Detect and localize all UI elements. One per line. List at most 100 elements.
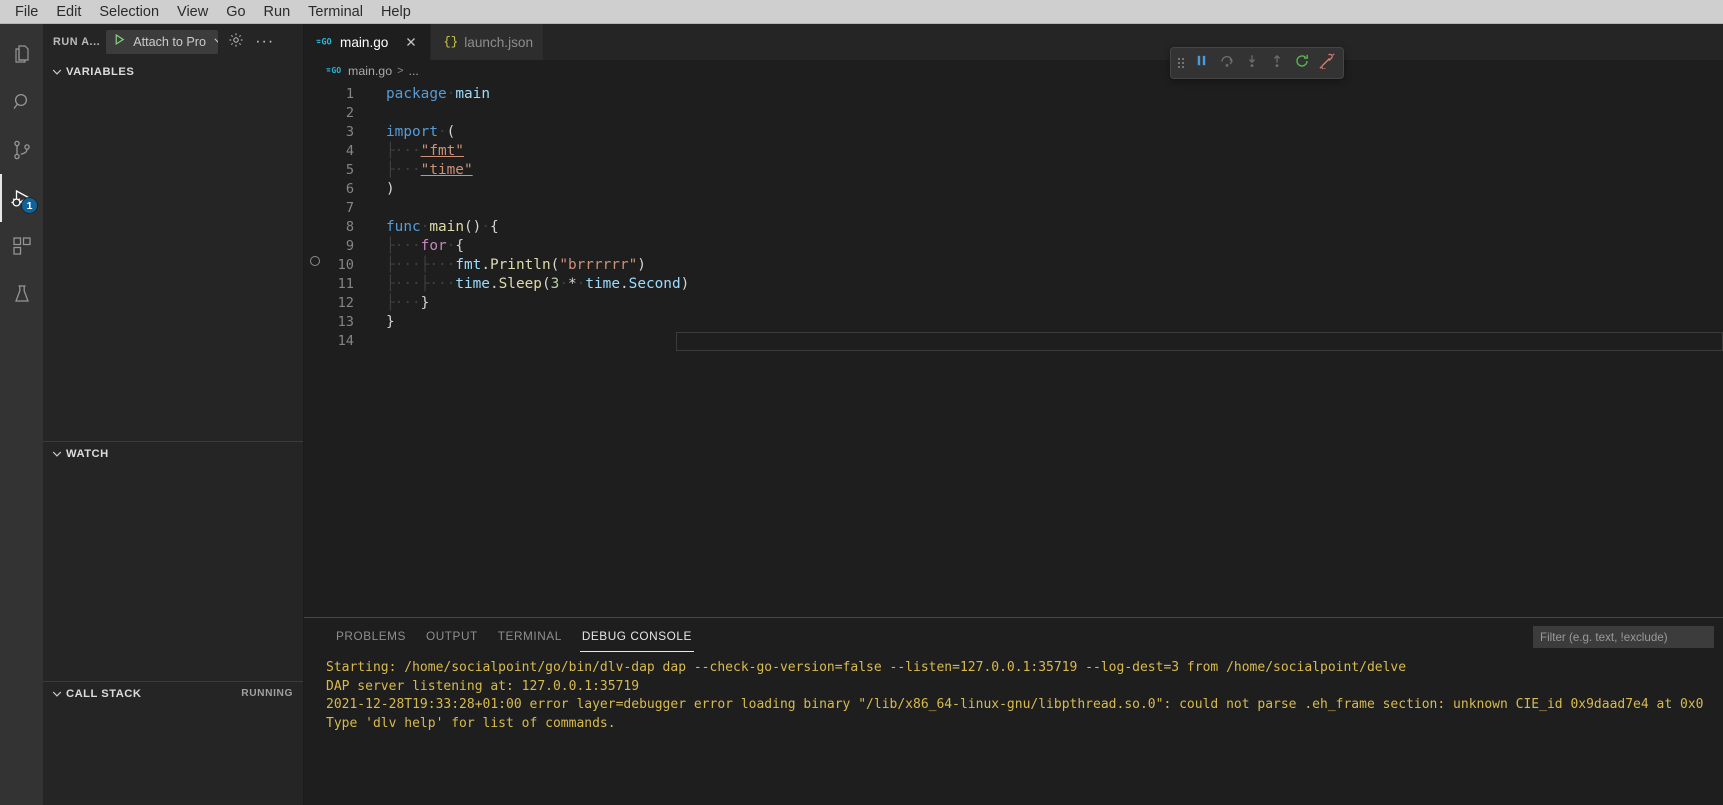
files-icon xyxy=(10,42,34,66)
line-number: 14 xyxy=(337,333,354,349)
menu-item-go[interactable]: Go xyxy=(217,1,254,23)
menu-item-help[interactable]: Help xyxy=(372,1,420,23)
tab-main-go[interactable]: GO main.go xyxy=(304,24,432,60)
code-line-active[interactable]: 14 xyxy=(304,332,1723,351)
breakpoint-gutter[interactable] xyxy=(304,256,326,266)
line-content: package·main xyxy=(386,86,490,102)
code-line[interactable]: 6 ) xyxy=(304,180,1723,199)
close-icon[interactable] xyxy=(402,33,420,51)
line-content: ├···} xyxy=(386,295,430,311)
filter-input[interactable] xyxy=(1540,630,1707,644)
debug-console-filter[interactable] xyxy=(1533,626,1714,648)
panel-tab-debug-console[interactable]: DEBUG CONSOLE xyxy=(572,618,702,653)
gear-icon xyxy=(228,32,244,53)
code-line[interactable]: 7 xyxy=(304,199,1723,218)
activity-item-testing[interactable] xyxy=(0,270,43,318)
panel-tab-output[interactable]: OUTPUT xyxy=(416,618,488,653)
svg-text:GO: GO xyxy=(321,37,331,47)
restart-icon xyxy=(1294,53,1310,74)
pane-title-call-stack: CALL STACK xyxy=(66,687,142,700)
debug-toolbar[interactable] xyxy=(1170,47,1344,79)
activity-item-source-control[interactable] xyxy=(0,126,43,174)
step-out-button[interactable] xyxy=(1264,50,1289,76)
sidebar-more-actions-button[interactable]: ··· xyxy=(253,31,276,54)
code-line[interactable]: 9 ├···for·{ xyxy=(304,237,1723,256)
code-editor[interactable]: 1 package·main 2 3 import·( 4 ├···"fmt" xyxy=(304,82,1723,617)
panel-tab-bar: PROBLEMS OUTPUT TERMINAL DEBUG CONSOLE xyxy=(304,618,1723,653)
variables-tree[interactable] xyxy=(43,83,303,441)
breadcrumb-file[interactable]: main.go xyxy=(348,64,392,78)
code-line[interactable]: 1 package·main xyxy=(304,85,1723,104)
code-line[interactable]: 5 ├···"time" xyxy=(304,161,1723,180)
step-into-icon xyxy=(1244,53,1260,74)
line-number: 8 xyxy=(345,219,354,235)
line-number: 13 xyxy=(337,314,354,330)
console-line: Type 'dlv help' for list of commands. xyxy=(326,715,616,731)
line-content: import·( xyxy=(386,124,456,140)
code-line[interactable]: 12 ├···} xyxy=(304,294,1723,313)
line-number: 10 xyxy=(337,257,354,273)
line-number: 6 xyxy=(345,181,354,197)
go-file-icon: GO xyxy=(316,34,334,51)
menu-item-selection[interactable]: Selection xyxy=(90,1,168,23)
drag-handle-icon[interactable] xyxy=(1173,55,1189,71)
call-stack-tree[interactable] xyxy=(43,705,303,805)
line-number: 4 xyxy=(345,143,354,159)
current-line-highlight xyxy=(676,332,1723,351)
menu-item-run[interactable]: Run xyxy=(255,1,300,23)
launch-configuration-select[interactable]: Attach to Pro xyxy=(106,30,219,54)
tab-label: launch.json xyxy=(464,34,534,50)
pane-watch: WATCH xyxy=(43,442,303,681)
disconnect-button[interactable] xyxy=(1314,50,1339,76)
breadcrumb: GO main.go > ... xyxy=(304,60,1723,82)
step-over-button[interactable] xyxy=(1214,50,1239,76)
console-line: 2021-12-28T19:33:28+01:00 error layer=de… xyxy=(326,697,1704,712)
menu-item-terminal[interactable]: Terminal xyxy=(299,1,372,23)
line-content: ├···├···time.Sleep(3·*·time.Second) xyxy=(386,276,690,292)
pane-header-watch[interactable]: WATCH xyxy=(43,442,303,465)
pane-title-watch: WATCH xyxy=(66,447,109,460)
debug-badge: 1 xyxy=(21,197,38,214)
pane-variables: VARIABLES xyxy=(43,60,303,441)
code-line-breakpoint[interactable]: 10 ├···├···fmt.Println("brrrrrr") xyxy=(304,256,1723,275)
menu-item-edit[interactable]: Edit xyxy=(47,1,90,23)
activity-bar: 1 xyxy=(0,24,43,805)
panel-tab-problems[interactable]: PROBLEMS xyxy=(326,618,416,653)
pause-button[interactable] xyxy=(1189,50,1214,76)
chevron-down-icon xyxy=(51,66,63,78)
code-line[interactable]: 8 func·main()·{ xyxy=(304,218,1723,237)
code-line[interactable]: 4 ├···"fmt" xyxy=(304,142,1723,161)
step-into-button[interactable] xyxy=(1239,50,1264,76)
play-icon[interactable] xyxy=(113,33,126,51)
menu-item-file[interactable]: File xyxy=(6,1,47,23)
activity-item-search[interactable] xyxy=(0,78,43,126)
code-line[interactable]: 11 ├···├···time.Sleep(3·*·time.Second) xyxy=(304,275,1723,294)
ellipsis-icon: ··· xyxy=(255,33,275,50)
menu-item-view[interactable]: View xyxy=(168,1,217,23)
tab-launch-json[interactable]: {} launch.json xyxy=(431,24,545,60)
go-file-icon: GO xyxy=(326,63,344,79)
debug-console-output[interactable]: Starting: /home/socialpoint/go/bin/dlv-d… xyxy=(304,653,1723,805)
pane-header-variables[interactable]: VARIABLES xyxy=(43,60,303,83)
code-line[interactable]: 13 } xyxy=(304,313,1723,332)
panel-tab-terminal[interactable]: TERMINAL xyxy=(488,618,572,653)
bottom-panel: PROBLEMS OUTPUT TERMINAL DEBUG CONSOLE S… xyxy=(304,617,1723,805)
line-number: 12 xyxy=(337,295,354,311)
activity-item-run-and-debug[interactable]: 1 xyxy=(0,174,43,222)
debug-settings-gear-button[interactable] xyxy=(224,31,247,54)
watch-expressions-list[interactable] xyxy=(43,465,303,681)
code-line[interactable]: 3 import·( xyxy=(304,123,1723,142)
restart-button[interactable] xyxy=(1289,50,1314,76)
sidebar-header: RUN A... Attach to Pro ··· xyxy=(43,24,303,60)
breakpoint-icon[interactable] xyxy=(310,256,320,266)
activity-item-explorer[interactable] xyxy=(0,30,43,78)
launch-configuration-label: Attach to Pro xyxy=(133,35,206,49)
code-line[interactable]: 2 xyxy=(304,104,1723,123)
pause-icon xyxy=(1194,53,1209,73)
disconnect-icon xyxy=(1318,52,1335,74)
activity-item-extensions[interactable] xyxy=(0,222,43,270)
pane-call-stack: CALL STACK RUNNING xyxy=(43,682,303,805)
pane-title-variables: VARIABLES xyxy=(66,65,135,78)
breadcrumb-overflow[interactable]: ... xyxy=(409,64,419,78)
pane-header-call-stack[interactable]: CALL STACK RUNNING xyxy=(43,682,303,705)
